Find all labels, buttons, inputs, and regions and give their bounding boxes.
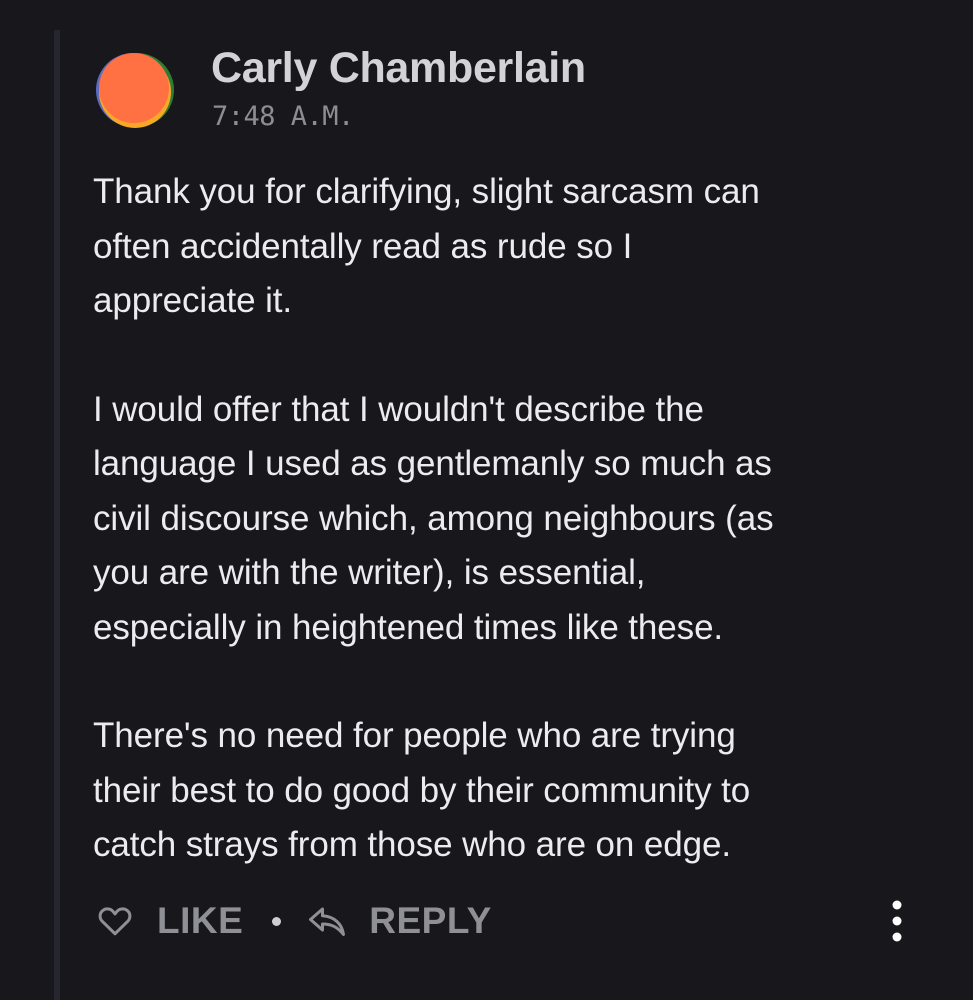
comment-paragraph: I would offer that I wouldn't describe t… <box>93 389 774 647</box>
comment-paragraph: There's no need for people who are tryin… <box>93 716 751 864</box>
like-button[interactable]: LIKE <box>97 900 243 942</box>
heart-icon <box>98 907 132 936</box>
reply-arrow-icon <box>309 907 346 936</box>
comment-body: Thank you for clarifying, slight sarcasm… <box>93 165 943 873</box>
avatar[interactable] <box>95 50 175 130</box>
author-name[interactable]: Carly Chamberlain <box>211 44 586 93</box>
avatar-image <box>96 53 174 128</box>
reply-label: REPLY <box>369 900 492 941</box>
comment-timestamp: 7:48 A.M. <box>212 101 354 132</box>
comment-paragraph: Thank you for clarifying, slight sarcasm… <box>93 172 760 320</box>
more-vertical-icon <box>892 900 902 942</box>
reply-button[interactable]: REPLY <box>307 900 491 942</box>
more-options-button[interactable] <box>877 899 917 943</box>
action-separator <box>272 916 282 926</box>
like-label: LIKE <box>157 900 244 941</box>
thread-line <box>54 30 60 1000</box>
comment-actions: LIKE REPLY <box>97 893 917 949</box>
